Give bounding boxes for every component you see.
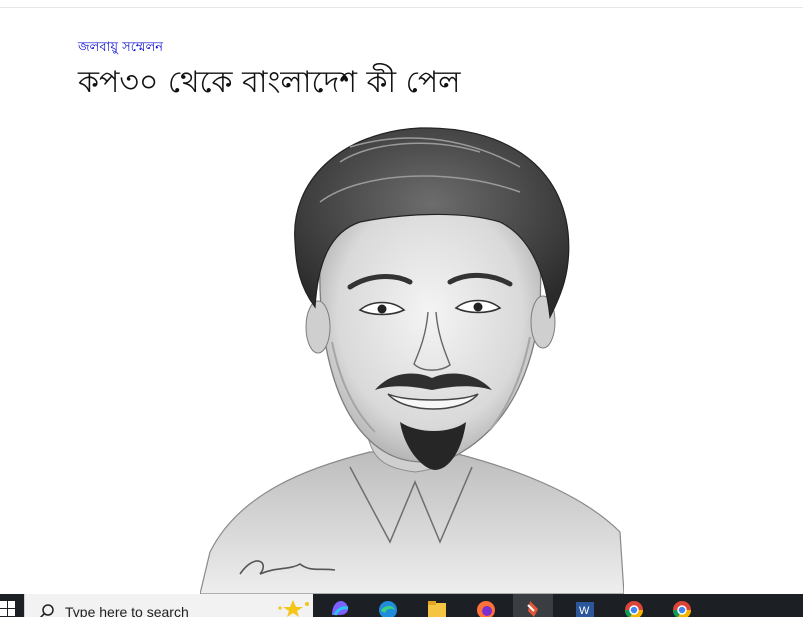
copilot-icon xyxy=(332,601,349,616)
search-icon xyxy=(39,604,54,617)
chrome-icon xyxy=(624,601,643,617)
taskbar-chrome[interactable] xyxy=(614,594,654,617)
edge-icon xyxy=(379,601,397,617)
start-button[interactable] xyxy=(0,594,24,617)
word-icon: W xyxy=(576,602,594,617)
firefox-icon xyxy=(477,601,495,617)
app-icon xyxy=(527,601,538,617)
taskbar-copilot[interactable] xyxy=(320,594,360,617)
taskbar-chrome-2[interactable] xyxy=(662,594,702,617)
taskbar-edge[interactable] xyxy=(368,594,408,617)
file-explorer-icon xyxy=(428,601,446,617)
windows-logo-icon xyxy=(0,601,15,616)
taskbar-active-app[interactable] xyxy=(513,594,553,617)
windows-taskbar: Type here to search W xyxy=(0,594,803,617)
taskbar-search-box[interactable]: Type here to search xyxy=(24,594,313,617)
taskbar-file-explorer[interactable] xyxy=(417,594,457,617)
browser-page: জলবায়ু সম্মেলন কপ৩০ থেকে বাংলাদেশ কী পে… xyxy=(0,0,803,617)
page-top-bar xyxy=(0,0,803,8)
article-headline: কপ৩০ থেকে বাংলাদেশ কী পেল xyxy=(78,65,461,100)
taskbar-firefox[interactable] xyxy=(466,594,506,617)
weather-icon[interactable] xyxy=(273,598,313,617)
svg-text:W: W xyxy=(579,605,590,617)
category-link[interactable]: জলবায়ু সম্মেলন xyxy=(78,38,163,59)
chrome-icon xyxy=(672,601,691,617)
author-portrait-sketch xyxy=(200,122,624,594)
taskbar-word[interactable]: W xyxy=(565,594,605,617)
search-placeholder: Type here to search xyxy=(65,604,189,617)
